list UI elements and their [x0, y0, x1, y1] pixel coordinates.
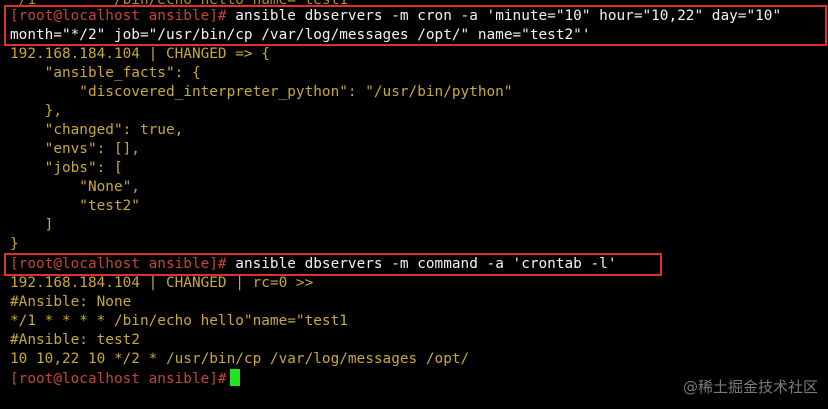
output-line: */1 * * * * /bin/echo hello"name="test1: [10, 313, 348, 329]
command1-line-2: month="*/2" job="/usr/bin/cp /var/log/me…: [10, 27, 591, 43]
terminal-window[interactable]: */1 * * * * /bin/echo hello"name="test1 …: [0, 0, 828, 409]
output-line: #Ansible: None: [10, 294, 132, 310]
shell-prompt: [root@localhost ansible]#: [10, 8, 227, 24]
output-line: },: [10, 103, 62, 119]
shell-prompt: [root@localhost ansible]#: [10, 256, 227, 272]
text-cursor: [229, 369, 240, 386]
output-line: "jobs": [: [10, 160, 123, 176]
command2-line: [root@localhost ansible]# ansible dbserv…: [10, 255, 617, 274]
output-line: ]: [10, 217, 54, 233]
output-line: "ansible_facts": {: [10, 65, 201, 81]
command1-line-1: [root@localhost ansible]# ansible dbserv…: [10, 7, 781, 26]
output-line: "envs": [],: [10, 141, 140, 157]
output-line: 192.168.184.104 | CHANGED => {: [10, 46, 270, 62]
output-line: }: [10, 236, 19, 252]
command2-text: ansible dbservers -m command -a 'crontab…: [235, 256, 617, 272]
shell-prompt: [root@localhost ansible]#: [10, 371, 227, 387]
watermark: @稀土掘金技术社区: [682, 378, 818, 396]
output-line: 192.168.184.104 | CHANGED | rc=0 >>: [10, 275, 314, 291]
output-line: 10 10,22 10 */2 * /usr/bin/cp /var/log/m…: [10, 351, 470, 367]
output-line: #Ansible: test2: [10, 332, 140, 348]
output-line: "discovered_interpreter_python": "/usr/b…: [10, 84, 513, 100]
command1-text-part1: ansible dbservers -m cron -a 'minute="10…: [235, 8, 782, 24]
output-line: "None",: [10, 179, 140, 195]
output-line: "changed": true,: [10, 122, 184, 138]
current-prompt-line[interactable]: [root@localhost ansible]#: [10, 369, 240, 388]
output-line: "test2": [10, 198, 140, 214]
